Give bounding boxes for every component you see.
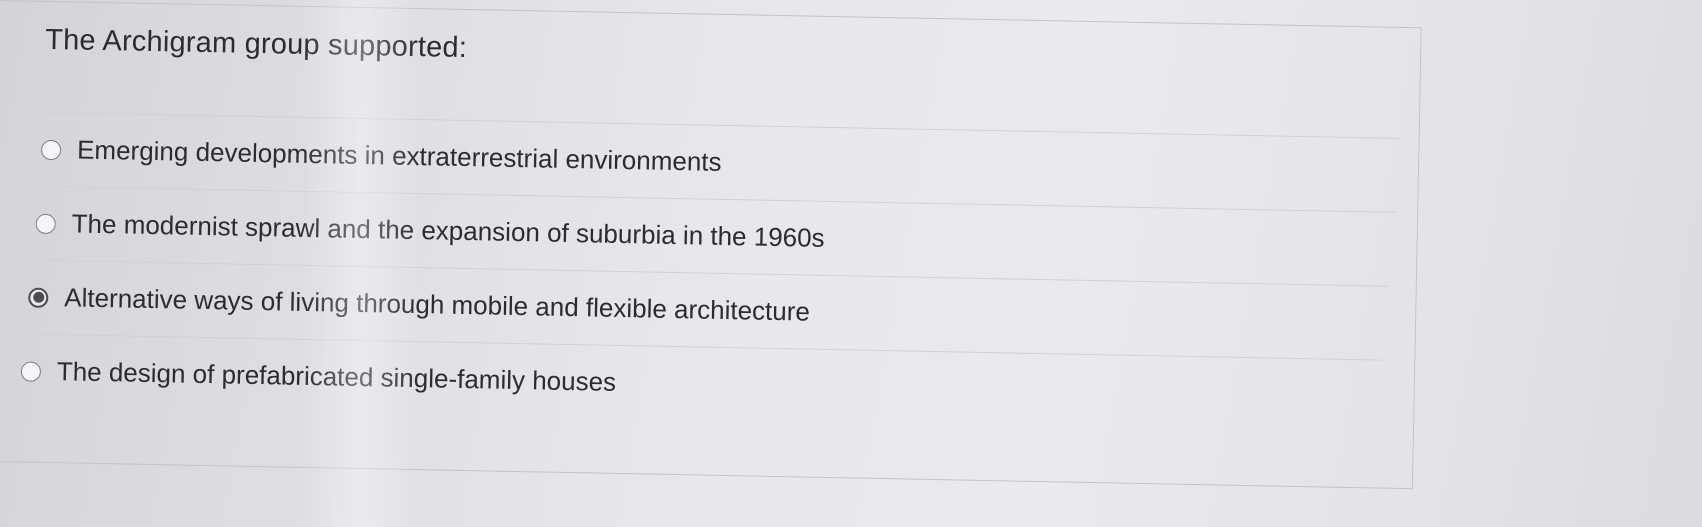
question-panel: The Archigram group supported: Emerging … [0, 0, 1422, 490]
radio-button-unchecked[interactable] [40, 139, 62, 160]
radio-button-unchecked[interactable] [20, 360, 42, 382]
answer-label[interactable]: The design of prefabricated single-famil… [57, 356, 617, 398]
answer-label[interactable]: The modernist sprawl and the expansion o… [71, 208, 824, 253]
radio-selected-dot [32, 291, 44, 303]
answer-label[interactable]: Alternative ways of living through mobil… [64, 282, 810, 327]
question-text: The Archigram group supported: [44, 23, 468, 64]
radio-button-checked[interactable] [28, 287, 49, 308]
answer-list: Emerging developments in extraterrestria… [0, 111, 1402, 434]
answer-label[interactable]: Emerging developments in extraterrestria… [77, 135, 722, 178]
radio-button-unchecked[interactable] [35, 213, 56, 234]
